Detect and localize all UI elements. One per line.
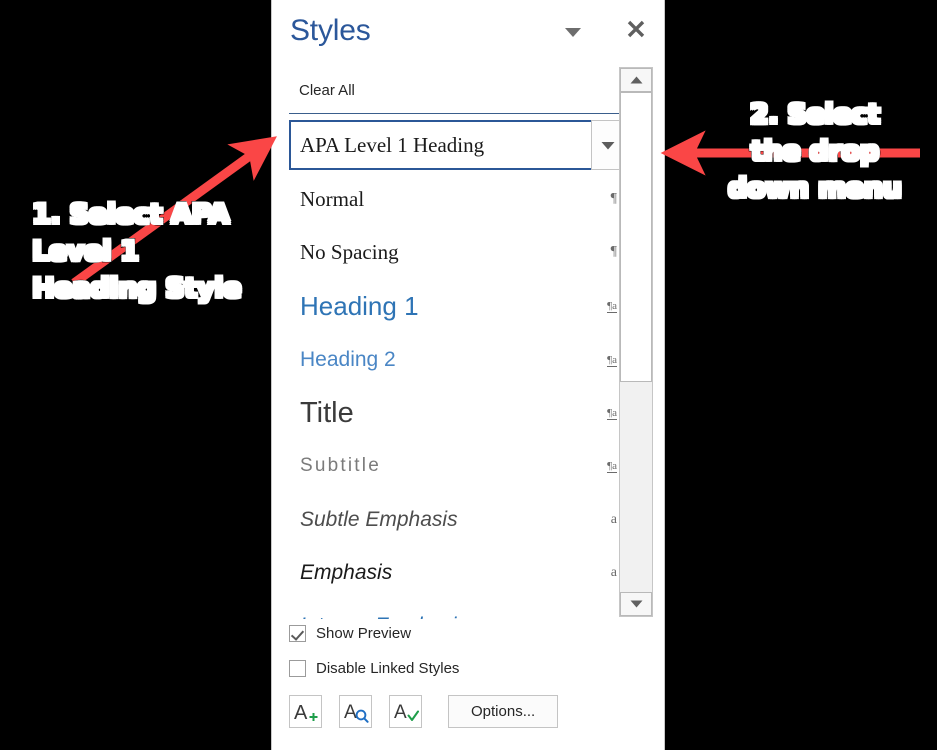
show-preview-label: Show Preview <box>316 625 412 642</box>
annotation-line: 1. Select APA <box>29 197 232 233</box>
disable-linked-styles-label: Disable Linked Styles <box>316 660 460 677</box>
annotation-line: the drop <box>748 134 881 170</box>
annotation-line: 2. Select <box>747 97 882 133</box>
chevron-down-icon <box>601 141 614 149</box>
scrollbar-thumb[interactable] <box>620 92 652 382</box>
show-preview-checkbox[interactable] <box>289 625 306 642</box>
style-list-item-label: Heading 1 <box>300 290 419 321</box>
style-list-item-label: Normal <box>300 186 365 211</box>
style-list-item[interactable]: Subtle Emphasis a <box>289 502 627 538</box>
style-list-item[interactable]: No Spacing ¶ <box>289 233 627 271</box>
style-list-scrollbar[interactable] <box>619 67 653 617</box>
style-type-marker-linked: ¶a <box>607 459 617 473</box>
annotation-step-1: 1. Select APA Level 1 Heading Style <box>29 196 244 307</box>
style-type-marker-linked: ¶a <box>607 353 617 367</box>
style-list-item-label: Subtle Emphasis <box>300 508 458 531</box>
annotation-line: down menu <box>726 171 905 207</box>
page-title: Styles <box>290 14 371 47</box>
style-type-marker-linked: ¶a <box>607 406 617 420</box>
style-list-item-label: No Spacing <box>300 239 399 264</box>
style-list-item-label: Title <box>300 396 354 429</box>
style-list-item-label: Subtitle <box>300 455 381 476</box>
style-list-item[interactable]: Heading 1 ¶a <box>289 286 627 326</box>
scroll-up-arrow-icon[interactable] <box>620 68 652 92</box>
pane-header: Styles <box>272 0 664 62</box>
style-list-item[interactable]: APA Level 1 Heading¶ <box>289 120 627 170</box>
scroll-down-arrow-icon[interactable] <box>620 592 652 616</box>
manage-styles-button[interactable]: A <box>389 695 422 728</box>
style-list-item-label: Heading 2 <box>300 348 396 371</box>
style-list-item[interactable]: Heading 2 ¶a <box>289 342 627 378</box>
styles-task-pane: Styles Clear All APA Level 1 Heading¶ Nor… <box>271 0 665 750</box>
style-list[interactable]: APA Level 1 Heading¶ Normal¶ No Spacing¶ He… <box>289 114 627 619</box>
annotation-line: Heading Style <box>29 271 244 307</box>
style-list-item[interactable]: Normal ¶ <box>289 180 627 218</box>
a-magnifier-icon: A <box>344 702 369 723</box>
clear-all-button[interactable]: Clear All <box>299 82 355 99</box>
a-plus-icon: A <box>294 702 317 724</box>
svg-text:A: A <box>394 702 407 723</box>
pane-footer: Show Preview Disable Linked Styles A A A… <box>272 619 664 750</box>
svg-text:A: A <box>294 702 308 724</box>
new-style-button[interactable]: A <box>289 695 322 728</box>
chevron-down-icon[interactable] <box>559 20 587 44</box>
style-list-item-label: APA Level 1 Heading <box>300 132 485 157</box>
a-check-icon: A <box>394 702 419 723</box>
disable-linked-styles-checkbox[interactable] <box>289 660 306 677</box>
annotation-step-2: 2. Select the drop down menu <box>726 96 905 207</box>
style-list-item[interactable]: Subtitle ¶a <box>289 449 627 483</box>
close-icon[interactable] <box>622 15 650 43</box>
disable-linked-styles-checkbox-row[interactable]: Disable Linked Styles <box>289 660 459 677</box>
style-list-item-label: Emphasis <box>300 561 393 584</box>
style-list-item[interactable]: Intense Emphasisa <box>289 608 627 619</box>
annotation-line: Level 1 <box>29 234 141 270</box>
svg-text:A: A <box>344 702 357 723</box>
options-button[interactable]: Options... <box>448 695 559 728</box>
show-preview-checkbox-row[interactable]: Show Preview <box>289 625 411 642</box>
style-list-item[interactable]: Emphasis a <box>289 555 627 591</box>
footer-button-bar: A A A Options... <box>289 695 559 728</box>
style-list-item[interactable]: Title ¶a <box>289 392 627 434</box>
style-type-marker-linked: ¶a <box>607 299 617 313</box>
style-inspector-button[interactable]: A <box>339 695 372 728</box>
